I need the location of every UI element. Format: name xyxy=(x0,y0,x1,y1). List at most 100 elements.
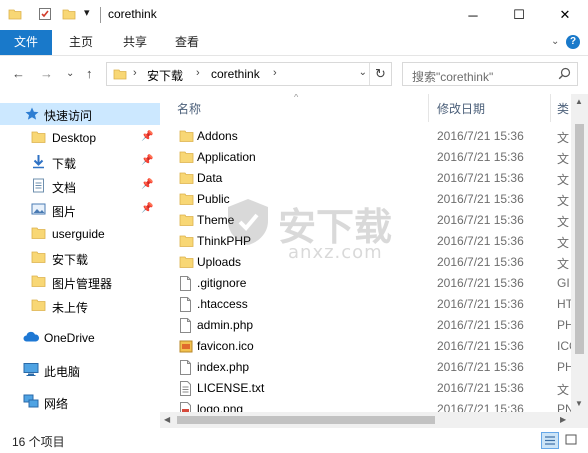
sidebar-item-anxiazai[interactable]: 安下载 xyxy=(0,247,160,269)
file-row[interactable]: Theme 2016/7/21 15:36 文 xyxy=(160,210,588,231)
pin-icon[interactable]: 📌 xyxy=(141,203,153,214)
sidebar-item-quick-access[interactable]: 快速访问 xyxy=(0,103,160,125)
new-folder-icon[interactable] xyxy=(62,7,76,24)
folder-icon xyxy=(179,129,194,146)
pin-icon[interactable]: 📌 xyxy=(141,131,153,142)
network-icon xyxy=(23,394,39,412)
file-modified-date: 2016/7/21 15:36 xyxy=(437,234,524,248)
pin-icon[interactable]: 📌 xyxy=(141,155,153,166)
sidebar-item-not-uploaded[interactable]: 未上传 xyxy=(0,295,160,317)
search-input[interactable]: 搜索"corethink" xyxy=(412,68,493,85)
file-row[interactable]: ThinkPHP 2016/7/21 15:36 文 xyxy=(160,231,588,252)
breadcrumb-separator[interactable]: › xyxy=(273,67,277,79)
file-row[interactable]: Public 2016/7/21 15:36 文 xyxy=(160,189,588,210)
sidebar-item-label: Desktop xyxy=(52,131,97,145)
column-divider[interactable] xyxy=(428,94,429,122)
sidebar-item-desktop[interactable]: Desktop 📌 xyxy=(0,127,160,149)
column-header-date[interactable]: 修改日期 xyxy=(437,100,485,117)
help-button[interactable]: ? xyxy=(566,35,580,49)
file-name: LICENSE.txt xyxy=(197,381,265,395)
close-button[interactable]: ✕ xyxy=(542,0,588,30)
sidebar-item-network[interactable]: 网络 xyxy=(0,391,160,413)
scroll-left-arrow-icon[interactable]: ◀ xyxy=(164,415,170,424)
file-list: ^ 名称 修改日期 类 Addons 2016/7/21 15:36 文 Applic… xyxy=(160,94,588,428)
status-bar: 16 个项目 xyxy=(0,428,588,453)
forward-button[interactable]: → xyxy=(40,66,53,81)
sort-ascending-icon: ^ xyxy=(294,94,299,102)
sidebar-item-documents[interactable]: 文档 📌 xyxy=(0,175,160,197)
tab-view[interactable]: 查看 xyxy=(162,30,212,55)
sidebar-item-onedrive[interactable]: OneDrive xyxy=(0,327,160,349)
vertical-scrollbar[interactable]: ▲ ▼ xyxy=(571,94,588,412)
folder-icon xyxy=(31,130,46,147)
file-row[interactable]: Application 2016/7/21 15:36 文 xyxy=(160,147,588,168)
title-bar: ▾ corethink ─ ☐ ✕ xyxy=(0,0,588,30)
file-icon xyxy=(179,297,192,315)
file-row[interactable]: index.php 2016/7/21 15:36 PH xyxy=(160,357,588,378)
file-row[interactable]: Addons 2016/7/21 15:36 文 xyxy=(160,126,588,147)
scroll-right-arrow-icon[interactable]: ▶ xyxy=(560,415,566,424)
sidebar-item-pictures[interactable]: 图片 📌 xyxy=(0,199,160,221)
sidebar-item-picture-manager[interactable]: 图片管理器 xyxy=(0,271,160,293)
sidebar-item-label: 未上传 xyxy=(52,301,89,315)
document-icon xyxy=(31,178,46,196)
file-name: favicon.ico xyxy=(197,339,254,353)
navigation-pane: 快速访问 Desktop 📌 下载 📌 文档 📌 图片 📌 userguide … xyxy=(0,94,160,428)
breadcrumb-item[interactable]: 安下载 xyxy=(147,67,183,84)
folder-icon xyxy=(179,192,194,209)
quick-access-toolbar-dropdown[interactable]: ▾ xyxy=(84,6,90,19)
maximize-button[interactable]: ☐ xyxy=(496,0,542,30)
back-button[interactable]: ← xyxy=(12,66,25,81)
sidebar-item-this-pc[interactable]: 此电脑 xyxy=(0,359,160,381)
breadcrumb-separator[interactable]: › xyxy=(133,67,137,79)
sidebar-item-userguide[interactable]: userguide xyxy=(0,223,160,245)
search-box[interactable]: 搜索"corethink" xyxy=(402,62,578,86)
refresh-button[interactable]: ↻ xyxy=(369,63,391,85)
address-bar[interactable]: › 安下载 › corethink › ⌄ ↻ xyxy=(106,62,392,86)
file-row[interactable]: .htaccess 2016/7/21 15:36 HT xyxy=(160,294,588,315)
file-name: Addons xyxy=(197,129,238,143)
up-button[interactable]: ↑ xyxy=(86,66,93,81)
recent-locations-button[interactable]: ⌄ xyxy=(66,68,74,79)
breadcrumb-item[interactable]: corethink xyxy=(211,67,260,81)
ribbon-tabs: 文件 主页 共享 查看 ⌄ ? xyxy=(0,30,588,56)
search-icon[interactable] xyxy=(558,67,571,83)
column-header-name[interactable]: 名称 xyxy=(177,100,201,117)
properties-icon[interactable] xyxy=(38,7,52,24)
folder-icon xyxy=(31,298,46,315)
file-row[interactable]: favicon.ico 2016/7/21 15:36 ICO xyxy=(160,336,588,357)
details-view-button[interactable] xyxy=(541,432,559,449)
large-icons-view-button[interactable] xyxy=(563,432,581,449)
pin-icon[interactable]: 📌 xyxy=(141,179,153,190)
sidebar-item-label: 此电脑 xyxy=(44,365,81,379)
horizontal-scrollbar[interactable]: ◀ ▶ xyxy=(160,412,588,428)
tab-share[interactable]: 共享 xyxy=(110,30,160,55)
address-dropdown[interactable]: ⌄ xyxy=(359,67,367,78)
horizontal-scroll-thumb[interactable] xyxy=(177,416,435,424)
tab-home[interactable]: 主页 xyxy=(56,30,106,55)
expand-ribbon-button[interactable]: ⌄ xyxy=(551,36,559,47)
file-type: 文 xyxy=(557,236,570,250)
folder-icon xyxy=(31,274,46,291)
file-icon xyxy=(179,360,192,378)
file-type: GI xyxy=(557,276,570,290)
breadcrumb-separator[interactable]: › xyxy=(196,67,200,79)
file-name: ThinkPHP xyxy=(197,234,252,248)
file-row[interactable]: Uploads 2016/7/21 15:36 文 xyxy=(160,252,588,273)
folder-icon[interactable] xyxy=(8,7,22,24)
tab-file[interactable]: 文件 xyxy=(0,30,52,55)
file-row[interactable]: .gitignore 2016/7/21 15:36 GI xyxy=(160,273,588,294)
file-row[interactable]: admin.php 2016/7/21 15:36 PH xyxy=(160,315,588,336)
column-divider[interactable] xyxy=(550,94,551,122)
file-modified-date: 2016/7/21 15:36 xyxy=(437,150,524,164)
column-header-type[interactable]: 类 xyxy=(557,100,569,117)
vertical-scroll-thumb[interactable] xyxy=(575,124,584,354)
file-row[interactable]: Data 2016/7/21 15:36 文 xyxy=(160,168,588,189)
file-modified-date: 2016/7/21 15:36 xyxy=(437,318,524,332)
scroll-down-arrow-icon[interactable]: ▼ xyxy=(575,399,583,408)
file-row[interactable]: LICENSE.txt 2016/7/21 15:36 文 xyxy=(160,378,588,399)
picture-icon xyxy=(31,202,46,219)
minimize-button[interactable]: ─ xyxy=(450,0,496,30)
scroll-up-arrow-icon[interactable]: ▲ xyxy=(575,97,583,106)
sidebar-item-downloads[interactable]: 下载 📌 xyxy=(0,151,160,173)
